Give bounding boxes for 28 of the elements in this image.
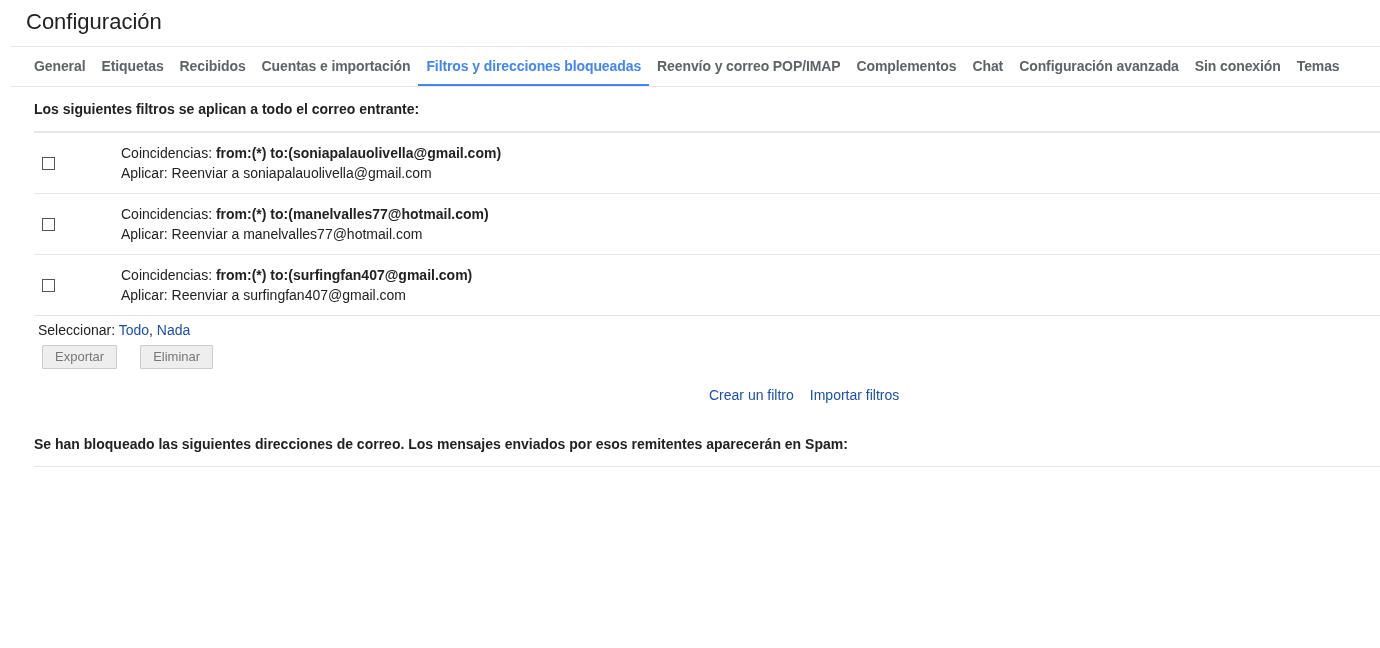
- settings-tab[interactable]: Cuentas e importación: [253, 47, 419, 86]
- settings-tab[interactable]: Temas: [1288, 47, 1348, 86]
- settings-tab[interactable]: Complementos: [848, 47, 965, 86]
- checkbox[interactable]: [42, 156, 55, 170]
- settings-tab[interactable]: Chat: [964, 47, 1012, 86]
- filter-criteria: Coincidencias: from:(*) to:(manelvalles77@hotmail.com): [121, 205, 489, 224]
- filters-heading: Los siguientes filtros se aplican a todo el correo entrante:: [34, 87, 1380, 133]
- settings-tab[interactable]: Recibidos: [171, 47, 254, 86]
- filter-link[interactable]: Crear un filtro: [709, 384, 794, 406]
- checkbox[interactable]: [42, 278, 55, 292]
- filter-action: Aplicar: Reenviar a surfingfan407@gmail.com: [121, 286, 407, 305]
- select-label: Seleccionar:: [38, 322, 117, 338]
- select-link[interactable]: Nada: [156, 322, 191, 338]
- filter-criteria: Coincidencias: from:(*) to:(soniapalauolivella@gmail.com): [121, 144, 502, 163]
- settings-tab[interactable]: Filtros y direcciones bloqueadas: [418, 47, 650, 86]
- settings-tab[interactable]: General: [26, 47, 94, 86]
- settings-tab[interactable]: Reenvío y correo POP/IMAP: [649, 47, 849, 86]
- filter-criteria: Coincidencias: from:(*) to:(surfingfan407@gmail.com): [121, 266, 473, 285]
- page-title: Configuración: [25, 8, 163, 36]
- filter-action: Aplicar: Reenviar a manelvalles77@hotmail.com: [121, 225, 424, 244]
- settings-tab[interactable]: Sin conexión: [1186, 47, 1289, 86]
- checkbox[interactable]: [42, 217, 55, 231]
- separator: ,: [149, 322, 154, 338]
- settings-tab[interactable]: Etiquetas: [93, 47, 172, 86]
- filter-link[interactable]: Importar filtros: [809, 384, 900, 406]
- settings-tab[interactable]: Configuración avanzada: [1011, 47, 1187, 86]
- blocked-heading: Se han bloqueado las siguientes direcciones de correo. Los mensajes enviados por esos remitentes aparecerán en Spam:: [34, 421, 1380, 467]
- filter-action: Aplicar: Reenviar a soniapalauolivella@gmail.com: [121, 164, 433, 183]
